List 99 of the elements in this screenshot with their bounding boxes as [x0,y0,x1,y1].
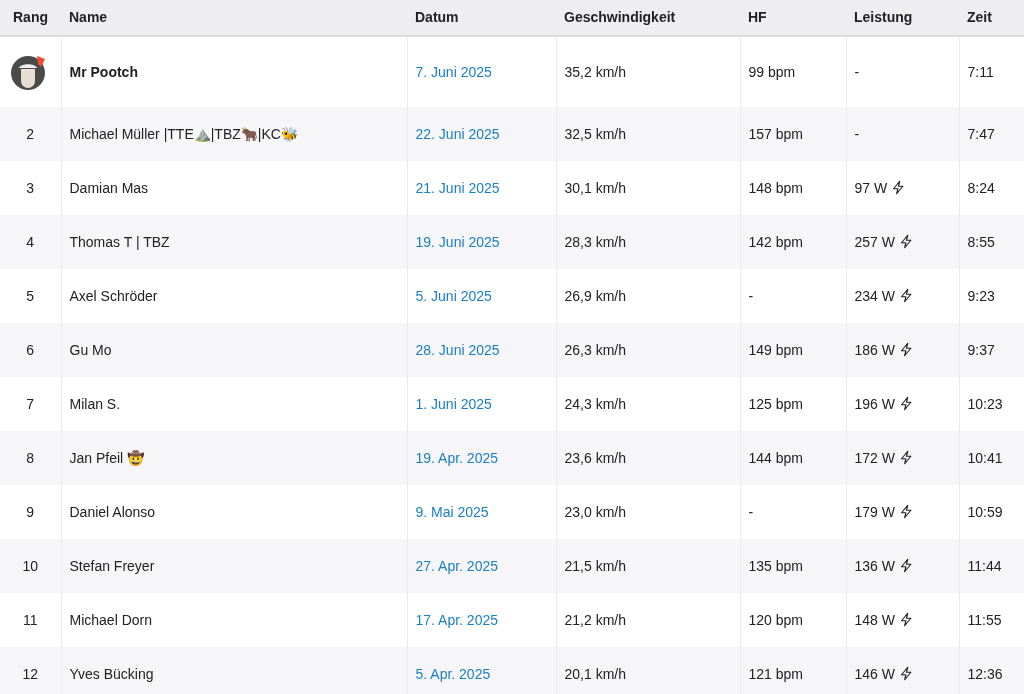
time: 10:59 [967,503,1003,520]
time: 10:23 [967,395,1003,412]
power: 257 W [854,233,895,250]
heart-rate: 99 bpm [748,63,796,80]
date-link[interactable]: 21. Juni 2025 [415,179,500,196]
power: 97 W [854,179,888,196]
time: 9:23 [967,287,995,304]
athlete-name: Thomas T | TBZ [69,233,170,250]
time: 8:24 [967,179,995,196]
heart-rate: 125 bpm [748,395,803,412]
speed: 30,1 km/h [564,179,626,196]
time: 11:44 [967,557,1002,574]
power: - [854,125,860,142]
date-link[interactable]: 7. Juni 2025 [415,63,492,80]
power: 186 W [854,341,895,358]
date-link[interactable]: 19. Juni 2025 [415,233,500,250]
power: 196 W [854,395,895,412]
athlete-name: Michael Müller |TTE⛰|TBZ🐂|KC🐝 [69,125,298,142]
athlete-name: Daniel Alonso [69,503,156,520]
lightning-icon [898,502,914,520]
rank: 7 [26,395,35,412]
heart-rate: - [748,287,754,304]
time: 7:11 [967,63,994,80]
lightning-icon [898,556,914,574]
lightning-icon [898,394,914,412]
lightning-icon [898,286,914,304]
athlete-name: Gu Mo [69,341,112,358]
heart-rate: 120 bpm [748,611,803,628]
date-link[interactable]: 17. Apr. 2025 [415,611,499,628]
speed: 24,3 km/h [564,395,626,412]
heart-rate: 148 bpm [748,179,803,196]
power: 172 W [854,449,895,466]
rank: 8 [26,449,35,466]
rank: 6 [26,341,35,358]
column-header: Name [61,0,407,36]
rank: 3 [26,179,35,196]
power: 179 W [854,503,895,520]
rank: 2 [26,125,35,142]
time: 8:55 [967,233,995,250]
rank: 5 [26,287,35,304]
athlete-name: Mr Pootch [69,63,138,80]
time: 9:37 [967,341,995,358]
date-link[interactable]: 5. Juni 2025 [415,287,492,304]
speed: 20,1 km/h [564,665,626,682]
time: 11:55 [967,611,1002,628]
column-header: Datum [407,0,556,36]
athlete-name: Damian Mas [69,179,149,196]
power: 148 W [854,611,895,628]
rank: 11 [22,611,38,628]
date-link[interactable]: 1. Juni 2025 [415,395,492,412]
date-link[interactable]: 22. Juni 2025 [415,125,500,142]
heart-rate: 157 bpm [748,125,803,142]
athlete-name: Milan S. [69,395,121,412]
column-header: Rang [0,0,61,36]
time: 7:47 [967,125,995,142]
athlete-name: Michael Dorn [69,611,152,628]
heart-rate: 121 bpm [748,665,803,682]
lightning-icon [898,340,914,358]
column-header: Geschwindigkeit [556,0,740,36]
lightning-icon [898,664,914,682]
date-link[interactable]: 27. Apr. 2025 [415,557,499,574]
time: 12:36 [967,665,1003,682]
power: 234 W [854,287,895,304]
date-link[interactable]: 9. Mai 2025 [415,503,489,520]
speed: 32,5 km/h [564,125,626,142]
rank: 12 [22,665,39,682]
speed: 21,2 km/h [564,611,626,628]
athlete-name: Jan Pfeil 🤠 [69,449,145,466]
date-link[interactable]: 5. Apr. 2025 [415,665,491,682]
speed: 21,5 km/h [564,557,626,574]
heart-rate: - [748,503,754,520]
lightning-icon [898,610,914,628]
heart-rate: 149 bpm [748,341,803,358]
power: 136 W [854,557,895,574]
rank: 9 [26,503,35,520]
heart-rate: 135 bpm [748,557,803,574]
rank: 4 [26,233,35,250]
column-header: Zeit [959,0,1024,36]
heart-rate: 142 bpm [748,233,803,250]
athlete-name: Axel Schröder [69,287,158,304]
column-header: HF [740,0,846,36]
athlete-name: Yves Bücking [69,665,154,682]
lightning-icon [898,232,914,250]
column-header: Leistung [846,0,959,36]
date-link[interactable]: 19. Apr. 2025 [415,449,499,466]
power: - [854,63,860,80]
lightning-icon [898,448,914,466]
heart-rate: 144 bpm [748,449,803,466]
date-link[interactable]: 28. Juni 2025 [415,341,500,358]
athlete-name: Stefan Freyer [69,557,155,574]
rank: 10 [22,557,39,574]
speed: 23,0 km/h [564,503,626,520]
speed: 26,9 km/h [564,287,626,304]
speed: 26,3 km/h [564,341,626,358]
speed: 35,2 km/h [564,63,626,80]
speed: 23,6 km/h [564,449,626,466]
speed: 28,3 km/h [564,233,626,250]
power: 146 W [854,665,895,682]
time: 10:41 [967,449,1003,466]
